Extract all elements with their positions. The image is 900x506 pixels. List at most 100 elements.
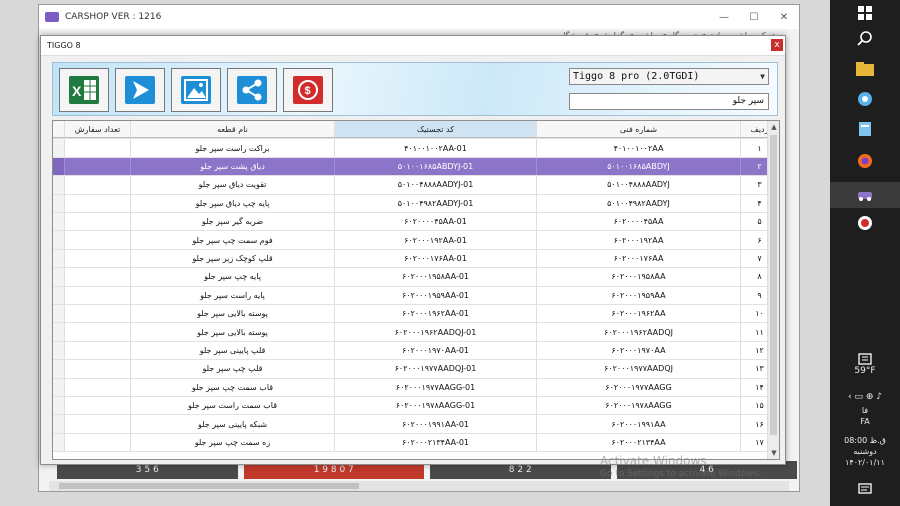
table-row[interactable]: پوسته بالایی سپر جلو ۶۰۲۰۰۰۱۹۶۲AA-01 ۶۰۲۰۰… [53, 305, 779, 324]
code-cell: ۶۰۲۰۰۰۱۹۵۹AA-01 [335, 286, 537, 304]
code-cell: ۶۰۲۰۰۰۱۹۷۷AADQJ-01 [335, 360, 537, 378]
row-selector [53, 213, 65, 231]
row-selector [53, 378, 65, 396]
row-selector [53, 194, 65, 212]
vertical-scrollbar[interactable]: ▲ ▼ [767, 121, 779, 459]
share-button[interactable] [227, 68, 277, 112]
notifications-icon[interactable] [854, 478, 876, 500]
table-row[interactable]: ضربه گیر سپر جلو ۶۰۲۰۰۰۰۴۵AA-01 ۶۰۲۰۰۰۰۴۵A… [53, 213, 779, 232]
column-header-quantity[interactable]: تعداد سفارش [65, 121, 131, 139]
record-icon[interactable] [854, 212, 876, 234]
app-icon[interactable] [854, 88, 876, 110]
window-titlebar[interactable]: CARSHOP VER : 1216 — ☐ ✕ [39, 5, 799, 29]
row-selector [53, 231, 65, 249]
part-name-cell: قلپ کوچک زیر سپر جلو [131, 249, 335, 268]
column-header-tech-number[interactable]: شماره فنی [537, 121, 741, 139]
column-header-code[interactable]: کد تجستیک [335, 121, 537, 139]
table-row[interactable]: پوسته بالایی سپر جلو ۶۰۲۰۰۰۱۹۶۲AADQJ-01 ۶۰… [53, 323, 779, 342]
table-row[interactable]: پایه راست سپر جلو ۶۰۲۰۰۰۱۹۵۹AA-01 ۶۰۲۰۰۰۱۹… [53, 286, 779, 305]
quantity-cell[interactable] [65, 176, 131, 194]
quantity-cell[interactable] [65, 194, 131, 212]
table-row[interactable]: شبکه پایینی سپر جلو ۶۰۲۰۰۰۱۹۹۱AA-01 ۶۰۲۰۰۰… [53, 415, 779, 434]
table-row[interactable]: دیاق پشت سپر جلو ۵۰۱۰۰۱۶۸۵ABDYJ-01 ۵۰۱۰۰۱۶… [53, 157, 779, 177]
scroll-up-icon[interactable]: ▲ [768, 121, 779, 133]
row-selector [53, 360, 65, 378]
price-button[interactable]: $ [283, 68, 333, 112]
quantity-cell[interactable] [65, 341, 131, 360]
part-name-cell: پوسته بالایی سپر جلو [131, 305, 335, 323]
quantity-cell[interactable] [65, 231, 131, 249]
quantity-cell[interactable] [65, 268, 131, 286]
tech-number-cell: ۶۰۲۰۰۰۱۹۷۰AA [537, 341, 741, 360]
app-icon[interactable] [854, 118, 876, 140]
row-selector [53, 323, 65, 341]
part-name-cell: پایه راست سپر جلو [131, 286, 335, 304]
table-row[interactable]: قاب سمت چپ سپر جلو ۶۰۲۰۰۰۱۹۷۷AAGG-01 ۶۰۲۰۰… [53, 378, 779, 397]
quantity-cell[interactable] [65, 213, 131, 231]
quantity-cell[interactable] [65, 249, 131, 268]
scroll-thumb[interactable] [770, 135, 777, 435]
quantity-cell[interactable] [65, 323, 131, 341]
quantity-cell[interactable] [65, 360, 131, 378]
code-cell: ۴۰۱۰۰۱۰۰۲AA-01 [335, 139, 537, 157]
table-row[interactable]: پایه چپ سپر جلو ۶۰۲۰۰۰۱۹۵۸AA-01 ۶۰۲۰۰۰۱۹۵۸… [53, 268, 779, 287]
table-row[interactable]: براکت راست سپر جلو ۴۰۱۰۰۱۰۰۲AA-01 ۴۰۱۰۰۱۰۰… [53, 139, 779, 158]
clock-time[interactable]: 08:00 ق.ظ [830, 436, 900, 445]
scroll-down-icon[interactable]: ▼ [768, 447, 779, 459]
scroll-thumb[interactable] [59, 483, 359, 489]
table-header: تعداد سفارش نام قطعه کد تجستیک شماره فنی… [53, 121, 779, 140]
quantity-cell[interactable] [65, 305, 131, 323]
activation-watermark: Activate Windows Go to Settings to activ… [600, 455, 761, 481]
svg-text:$: $ [305, 85, 311, 97]
language-indicator[interactable]: فا [830, 406, 900, 415]
code-cell: ۶۰۲۰۰۰۱۹۶۲AADQJ-01 [335, 323, 537, 341]
table-row[interactable]: قلپ چپ سپر جلو ۶۰۲۰۰۰۱۹۷۷AADQJ-01 ۶۰۲۰۰۰۱۹… [53, 360, 779, 379]
search-input[interactable]: سپر جلو [569, 93, 769, 110]
firefox-icon[interactable] [854, 150, 876, 172]
column-header-part-name[interactable]: نام قطعه [131, 121, 335, 139]
quantity-cell[interactable] [65, 157, 131, 176]
row-selector [53, 176, 65, 194]
minimize-button[interactable]: — [709, 5, 739, 29]
excel-export-button[interactable]: X [59, 68, 109, 112]
app-icon [45, 12, 59, 22]
dialog-titlebar[interactable]: TIGGO 8 x [41, 36, 785, 56]
quantity-cell[interactable] [65, 397, 131, 415]
table-row[interactable]: زه سمت چپ سپر جلو ۶۰۲۰۰۰۲۱۳۴AA-01 ۶۰۲۰۰۰۲۱… [53, 433, 779, 453]
code-cell: ۶۰۲۰۰۰۱۹۷۰AA-01 [335, 341, 537, 360]
image-button[interactable] [171, 68, 221, 112]
table-row[interactable]: تقویت دیاق سپر جلو ۵۰۱۰۰۴۸۸۸AADYJ-01 ۵۰۱۰۰… [53, 176, 779, 195]
close-button[interactable]: ✕ [769, 5, 799, 29]
model-select[interactable]: Tiggo 8 pro (2.0TGDI) ▼ [569, 68, 769, 85]
quantity-cell[interactable] [65, 415, 131, 433]
search-icon[interactable] [854, 28, 876, 50]
send-button[interactable] [115, 68, 165, 112]
quantity-cell[interactable] [65, 433, 131, 452]
maximize-button[interactable]: ☐ [739, 5, 769, 29]
windows-start-icon[interactable] [854, 2, 876, 24]
code-cell: ۶۰۲۰۰۰۱۹۹۱AA-01 [335, 415, 537, 433]
table-row[interactable]: پایه چپ دیاق سپر جلو ۵۰۱۰۰۴۹۸۲AADYJ-01 ۵۰۱… [53, 194, 779, 213]
tray-icons[interactable]: ‹ ▭ ⊕ ♪ [830, 392, 900, 402]
money-icon: $ [293, 76, 323, 104]
horizontal-scrollbar[interactable] [49, 481, 789, 491]
tech-number-cell: ۶۰۲۰۰۰۱۹۵۹AA [537, 286, 741, 304]
quantity-cell[interactable] [65, 286, 131, 304]
tech-number-cell: ۶۰۲۰۰۰۰۴۵AA [537, 213, 741, 231]
watermark-line2: Go to Settings to activate Windows. [600, 469, 762, 479]
chevron-down-icon[interactable]: ▼ [760, 69, 765, 84]
part-name-cell: قلپ پایینی سپر جلو [131, 341, 335, 360]
quantity-cell[interactable] [65, 378, 131, 396]
quantity-cell[interactable] [65, 139, 131, 157]
tech-number-cell: ۴۰۱۰۰۱۰۰۲AA [537, 139, 741, 157]
table-row[interactable]: قاب سمت راست سپر جلو ۶۰۲۰۰۰۱۹۷۸AAGG-01 ۶۰۲… [53, 397, 779, 416]
dialog-close-button[interactable]: x [771, 39, 783, 51]
table-row[interactable]: فوم سمت چپ سپر جلو ۶۰۲۰۰۰۱۹۲AA-01 ۶۰۲۰۰۰۱۹… [53, 231, 779, 250]
file-explorer-icon[interactable] [854, 58, 876, 80]
language-code[interactable]: FA [830, 417, 900, 426]
row-selector [53, 268, 65, 286]
code-cell: ۵۰۱۰۰۴۸۸۸AADYJ-01 [335, 176, 537, 194]
table-row[interactable]: قلپ پایینی سپر جلو ۶۰۲۰۰۰۱۹۷۰AA-01 ۶۰۲۰۰۰۱… [53, 341, 779, 361]
carshop-taskbar-icon[interactable] [830, 182, 900, 208]
table-row[interactable]: قلپ کوچک زیر سپر جلو ۶۰۲۰۰۰۱۷۶AA-01 ۶۰۲۰۰۰… [53, 249, 779, 269]
